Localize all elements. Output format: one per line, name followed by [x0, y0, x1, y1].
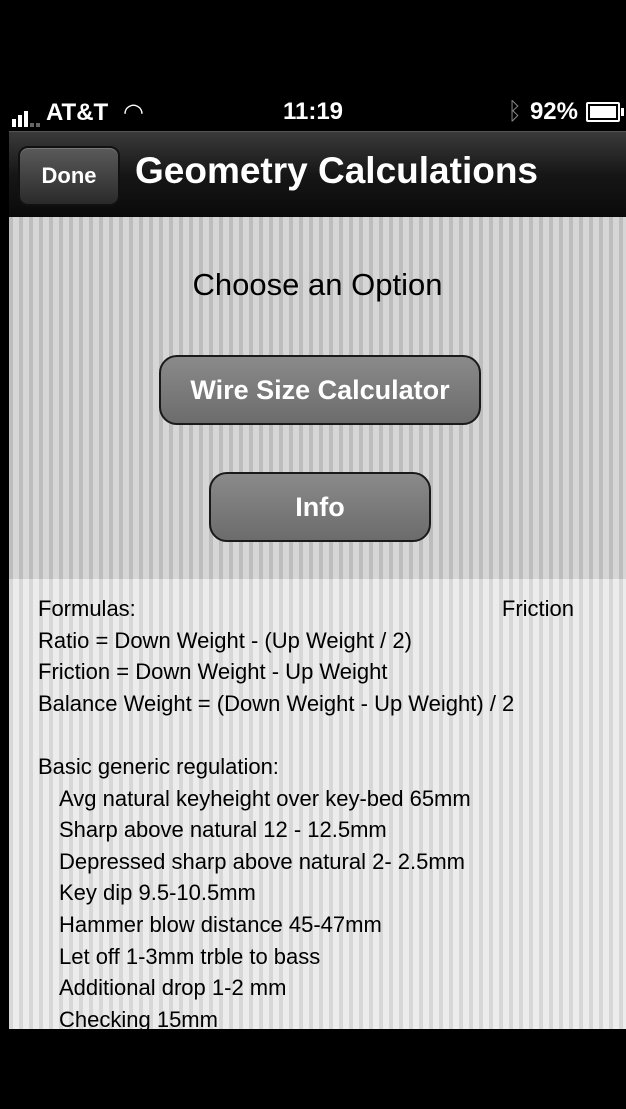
info-button[interactable]: Info [209, 472, 431, 542]
formulas-label: Formulas: [38, 596, 136, 621]
regulation-item: Additional drop 1-2 mm [59, 975, 287, 1001]
regulation-item: Hammer blow distance 45-47mm [59, 912, 382, 937]
regulation-item: Let off 1-3mm trble to bass [59, 943, 321, 969]
regulation-item: Avg natural keyheight over key-bed 65mm [59, 785, 471, 811]
regulation-item: Key dip 9.5-10.5mm [59, 880, 256, 906]
choose-option-heading: Choose an Option [192, 267, 443, 302]
page-title: Geometry Calculations [135, 150, 539, 191]
done-button[interactable]: Done [18, 146, 120, 206]
formulas-text-view[interactable]: Formulas: Friction Ratio = Down Weight -… [9, 579, 626, 1029]
balance-formula: Balance Weight = (Down Weight - Up Weigh… [38, 690, 515, 716]
friction-formula: Friction = Down Weight - Up Weight [38, 659, 388, 685]
regulation-item: Sharp above natural 12 - 12.5mm [59, 817, 387, 843]
regulation-item: Depressed sharp above natural 2- 2.5mm [59, 848, 465, 874]
regulation-heading: Basic generic regulation: [38, 754, 279, 779]
wire-size-calculator-button[interactable]: Wire Size Calculator [159, 355, 481, 425]
content-area: Choose an Option Wire Size Calculator In… [9, 217, 626, 1029]
bottom-bar [0, 1029, 626, 1109]
battery-percent: 92% [529, 98, 578, 125]
battery-icon [586, 102, 624, 122]
navigation-bar: Done Geometry Calculations [9, 131, 626, 218]
friction-label: Friction [501, 596, 574, 621]
ratio-formula: Ratio = Down Weight - (Up Weight / 2) [38, 627, 412, 653]
status-right: ᛒ 92% [507, 98, 624, 126]
bluetooth-icon: ᛒ [507, 98, 522, 125]
status-bar: AT&T ◠ 11:19 ᛒ 92% [0, 98, 626, 132]
regulation-item: Checking 15mm [59, 1006, 218, 1029]
